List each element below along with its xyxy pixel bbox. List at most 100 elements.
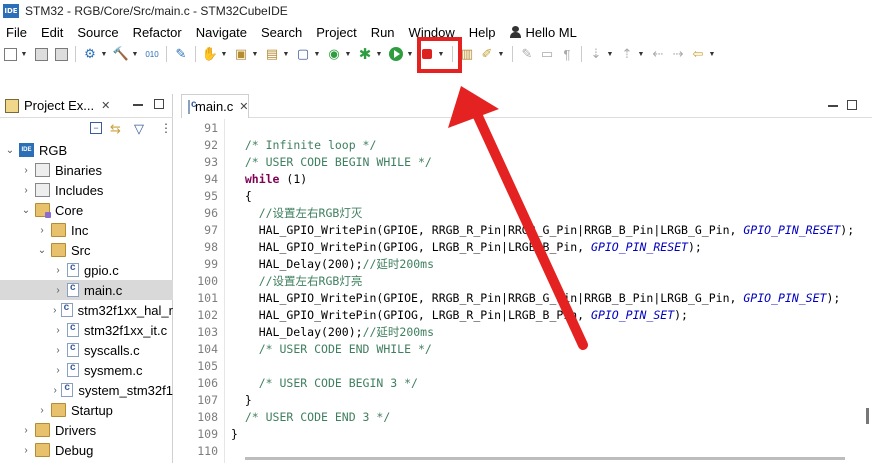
chevron-right-icon[interactable]: ›: [53, 365, 63, 376]
next-annotation-dropdown-icon[interactable]: ▼: [606, 45, 614, 63]
tree-item-system-stm32f1[interactable]: › system_stm32f1: [0, 380, 174, 400]
chevron-right-icon[interactable]: ›: [21, 165, 31, 176]
new-class-dropdown-icon[interactable]: ▼: [344, 45, 352, 63]
minimize-icon[interactable]: [828, 105, 838, 107]
tree-item-syscalls[interactable]: › syscalls.c: [0, 340, 173, 360]
tree-item-debug[interactable]: › Debug: [0, 440, 173, 460]
debug-icon[interactable]: ✱: [356, 45, 374, 63]
debug-dropdown-icon[interactable]: ▼: [375, 45, 383, 63]
tree-item-includes[interactable]: › Includes: [0, 180, 173, 200]
code-line[interactable]: 99 HAL_Delay(200);//延时200ms: [181, 256, 872, 273]
chevron-right-icon[interactable]: ›: [37, 405, 47, 416]
new-c-project-icon[interactable]: ▣: [232, 45, 250, 63]
device-icon[interactable]: ✎: [172, 45, 190, 63]
code-line[interactable]: 92 /* Infinite loop */: [181, 137, 872, 154]
build-icon[interactable]: 🔨: [112, 45, 130, 63]
chevron-down-icon[interactable]: ⌄: [37, 245, 47, 256]
chevron-right-icon[interactable]: ›: [53, 305, 57, 316]
prev-annotation-icon[interactable]: ⇡: [618, 45, 636, 63]
menu-help[interactable]: Help: [462, 25, 503, 40]
tree-item-rgb[interactable]: ⌄ IDE RGB: [0, 140, 173, 160]
tree-item-drivers[interactable]: › Drivers: [0, 420, 173, 440]
chevron-right-icon[interactable]: ›: [53, 345, 63, 356]
binary-icon[interactable]: 010: [143, 45, 161, 63]
new-folder-icon[interactable]: ▤: [263, 45, 281, 63]
code-line[interactable]: 98 HAL_GPIO_WritePin(GPIOG, LRGB_R_Pin|L…: [181, 239, 872, 256]
code-line[interactable]: 93 /* USER CODE BEGIN WHILE */: [181, 154, 872, 171]
new-folder-dropdown-icon[interactable]: ▼: [282, 45, 290, 63]
chevron-right-icon[interactable]: ›: [53, 265, 63, 276]
chevron-right-icon[interactable]: ›: [21, 425, 31, 436]
menu-project[interactable]: Project: [309, 25, 363, 40]
pilcrow-icon[interactable]: ¶: [558, 45, 576, 63]
build-dropdown-icon[interactable]: ▼: [131, 45, 139, 63]
code-line[interactable]: 100 //设置左右RGB灯亮: [181, 273, 872, 290]
run-icon[interactable]: [387, 45, 405, 63]
chevron-down-icon[interactable]: ⌄: [5, 145, 15, 156]
menu-navigate[interactable]: Navigate: [189, 25, 254, 40]
menu-run[interactable]: Run: [364, 25, 402, 40]
build-config-icon[interactable]: ⚙: [81, 45, 99, 63]
new-c-project-dropdown-icon[interactable]: ▼: [251, 45, 259, 63]
code-line[interactable]: 96 //设置左右RGB灯灭: [181, 205, 872, 222]
minimize-icon[interactable]: [133, 104, 143, 106]
tab-main-c[interactable]: main.c ✕: [181, 94, 249, 118]
pen-icon[interactable]: ✎: [518, 45, 536, 63]
tree-item-gpio-c[interactable]: › gpio.c: [0, 260, 173, 280]
run-dropdown-icon[interactable]: ▼: [406, 45, 414, 63]
build-config-dropdown-icon[interactable]: ▼: [100, 45, 108, 63]
code-line[interactable]: 95 {: [181, 188, 872, 205]
menu-source[interactable]: Source: [70, 25, 125, 40]
code-line[interactable]: 91: [181, 120, 872, 137]
tree-item-stm32f1xx-hal[interactable]: › stm32f1xx_hal_r: [0, 300, 173, 320]
close-icon[interactable]: ✕: [239, 100, 248, 113]
chevron-down-icon[interactable]: ⌄: [21, 205, 31, 216]
code-line[interactable]: 108 /* USER CODE END 3 */: [181, 409, 872, 426]
code-editor[interactable]: 91 92 /* Infinite loop */93 /* USER CODE …: [181, 119, 872, 463]
new-c-file-dropdown-icon[interactable]: ▼: [313, 45, 321, 63]
collapse-all-icon[interactable]: −: [90, 122, 102, 134]
save-icon[interactable]: [32, 45, 50, 63]
new-class-icon[interactable]: ◉: [325, 45, 343, 63]
horizontal-scrollbar[interactable]: [245, 457, 845, 460]
new-c-file-icon[interactable]: ▢: [294, 45, 312, 63]
view-menu-icon[interactable]: ⋮: [160, 121, 172, 135]
chevron-right-icon[interactable]: ›: [21, 185, 31, 196]
tools-icon[interactable]: ✐: [478, 45, 496, 63]
back-icon[interactable]: ⇦: [689, 45, 707, 63]
prev-annotation-dropdown-icon[interactable]: ▼: [637, 45, 645, 63]
tree-item-main-c[interactable]: › main.c: [0, 280, 173, 300]
tree-item-startup[interactable]: › Startup: [0, 400, 173, 420]
block-icon[interactable]: ▭: [538, 45, 556, 63]
menu-edit[interactable]: Edit: [34, 25, 70, 40]
save-all-icon[interactable]: [52, 45, 70, 63]
chevron-right-icon[interactable]: ›: [53, 385, 57, 396]
tree-item-sysmem[interactable]: › sysmem.c: [0, 360, 173, 380]
code-line[interactable]: 97 HAL_GPIO_WritePin(GPIOE, RRGB_R_Pin|R…: [181, 222, 872, 239]
tools-dropdown-icon[interactable]: ▼: [497, 45, 505, 63]
next-annotation-icon[interactable]: ⇣: [587, 45, 605, 63]
close-icon[interactable]: ✕: [101, 99, 110, 112]
hand-dropdown-icon[interactable]: ▼: [220, 45, 228, 63]
forward-edit-icon[interactable]: ⇢: [669, 45, 687, 63]
code-line[interactable]: 106 /* USER CODE BEGIN 3 */: [181, 375, 872, 392]
new-dropdown-icon[interactable]: ▼: [20, 45, 28, 63]
maximize-icon[interactable]: [847, 100, 857, 110]
chevron-right-icon[interactable]: ›: [53, 325, 63, 336]
hand-icon[interactable]: ✋: [201, 45, 219, 63]
code-line[interactable]: 102 HAL_GPIO_WritePin(GPIOG, LRGB_R_Pin|…: [181, 307, 872, 324]
tree-item-inc[interactable]: › Inc: [0, 220, 173, 240]
filter-icon[interactable]: ▽: [134, 121, 144, 137]
project-explorer-tab[interactable]: Project Ex... ✕: [0, 94, 173, 118]
menu-user[interactable]: Hello ML: [503, 25, 584, 40]
new-icon[interactable]: [1, 45, 19, 63]
code-line[interactable]: 94 while (1): [181, 171, 872, 188]
back-dropdown-icon[interactable]: ▼: [708, 45, 716, 63]
last-edit-icon[interactable]: ⇠: [649, 45, 667, 63]
code-line[interactable]: 105: [181, 358, 872, 375]
chevron-right-icon[interactable]: ›: [53, 285, 63, 296]
menu-search[interactable]: Search: [254, 25, 309, 40]
code-line[interactable]: 103 HAL_Delay(200);//延时200ms: [181, 324, 872, 341]
code-line[interactable]: 104 /* USER CODE END WHILE */: [181, 341, 872, 358]
menu-refactor[interactable]: Refactor: [126, 25, 189, 40]
